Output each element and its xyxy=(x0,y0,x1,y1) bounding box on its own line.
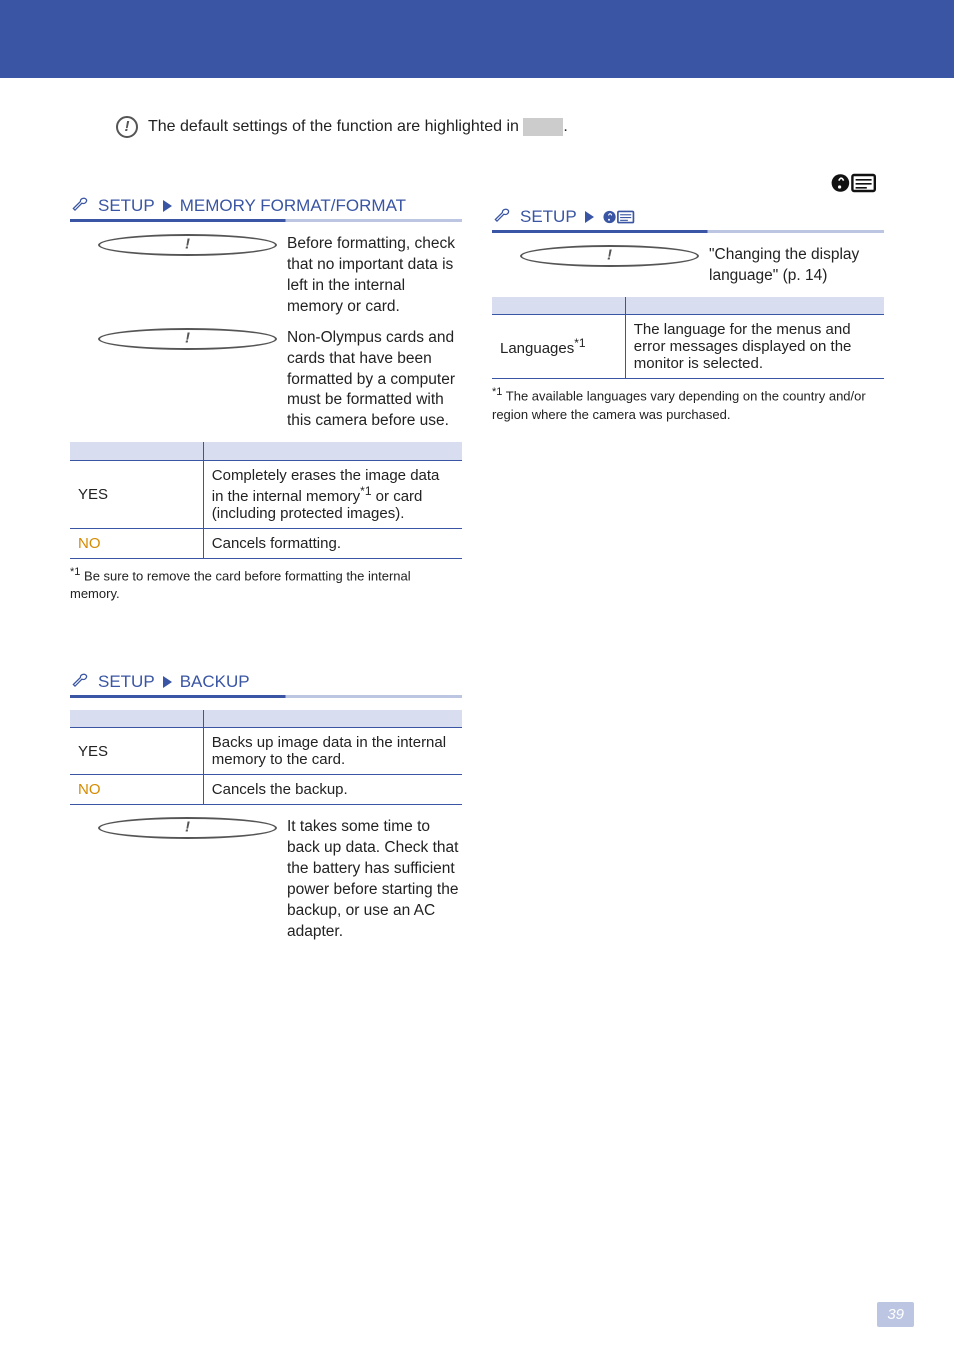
table-header-cell xyxy=(203,442,462,460)
note-text: The default settings of the function are… xyxy=(148,118,568,136)
exclamation-icon xyxy=(520,245,699,267)
breadcrumb-label: MEMORY FORMAT/FORMAT xyxy=(180,196,406,216)
note-item: It takes some time to back up data. Chec… xyxy=(98,817,462,943)
page-content: The default settings of the function are… xyxy=(0,78,954,953)
language-glyph-large xyxy=(492,168,884,203)
section-heading-language: SETUP xyxy=(492,207,884,233)
option-cell: YES xyxy=(70,728,203,775)
option-cell: NO xyxy=(70,528,203,558)
options-table-language: Languages*1 The language for the menus a… xyxy=(492,297,884,380)
section-heading-format: SETUP MEMORY FORMAT/FORMAT xyxy=(70,196,462,222)
description-cell: Completely erases the image data in the … xyxy=(203,460,462,528)
breadcrumb-label: SETUP xyxy=(98,196,155,216)
footnote-text: The available languages vary depending o… xyxy=(492,389,866,422)
table-row: Languages*1 The language for the menus a… xyxy=(492,315,884,379)
option-cell: NO xyxy=(70,775,203,805)
footnote-sup: *1 xyxy=(70,566,80,578)
chevron-right-icon xyxy=(585,211,594,223)
footnote: *1 Be sure to remove the card before for… xyxy=(70,565,462,604)
breadcrumb-label: SETUP xyxy=(520,207,577,227)
note-item: Before formatting, check that no importa… xyxy=(98,234,462,318)
section-heading-backup: SETUP BACKUP xyxy=(70,672,462,698)
options-table-format: YES Completely erases the image data in … xyxy=(70,442,462,559)
wrench-icon xyxy=(492,207,512,227)
default-settings-note: The default settings of the function are… xyxy=(116,116,884,138)
table-header-cell xyxy=(70,442,203,460)
table-header-cell xyxy=(625,297,884,315)
note-suffix: . xyxy=(563,118,567,135)
description-cell: Cancels formatting. xyxy=(203,528,462,558)
option-sup: *1 xyxy=(574,336,585,350)
exclamation-icon xyxy=(98,234,277,256)
chevron-right-icon xyxy=(163,200,172,212)
exclamation-icon xyxy=(98,328,277,350)
description-cell: Cancels the backup. xyxy=(203,775,462,805)
note-text: "Changing the display language" (p. 14) xyxy=(709,245,884,287)
table-row: YES Backs up image data in the internal … xyxy=(70,728,462,775)
table-row: NO Cancels formatting. xyxy=(70,528,462,558)
table-header-cell xyxy=(203,710,462,728)
option-cell: YES xyxy=(70,460,203,528)
table-header-cell xyxy=(492,297,625,315)
chevron-right-icon xyxy=(163,676,172,688)
footnote: *1 The available languages vary dependin… xyxy=(492,385,884,424)
note-text: Before formatting, check that no importa… xyxy=(287,234,462,318)
footnote-text: Be sure to remove the card before format… xyxy=(70,568,411,601)
options-table-backup: YES Backs up image data in the internal … xyxy=(70,710,462,806)
wrench-icon xyxy=(70,672,90,692)
table-row: NO Cancels the backup. xyxy=(70,775,462,805)
description-cell: The language for the menus and error mes… xyxy=(625,315,884,379)
highlight-chip xyxy=(523,118,563,136)
footnote-sup: *1 xyxy=(492,386,502,398)
language-menu-icon xyxy=(830,168,878,198)
note-item: "Changing the display language" (p. 14) xyxy=(520,245,884,287)
note-prefix: The default settings of the function are… xyxy=(148,118,523,135)
note-text: It takes some time to back up data. Chec… xyxy=(287,817,462,943)
exclamation-icon xyxy=(116,116,138,138)
note-text: Non-Olympus cards and cards that have be… xyxy=(287,328,462,433)
exclamation-icon xyxy=(98,817,277,839)
table-header-cell xyxy=(70,710,203,728)
desc-sup: *1 xyxy=(360,484,371,498)
header-band xyxy=(0,0,954,78)
description-cell: Backs up image data in the internal memo… xyxy=(203,728,462,775)
wrench-icon xyxy=(70,196,90,216)
option-cell: Languages*1 xyxy=(492,315,625,379)
language-menu-icon xyxy=(602,207,636,227)
table-row: YES Completely erases the image data in … xyxy=(70,460,462,528)
left-column: SETUP MEMORY FORMAT/FORMAT Before format… xyxy=(70,168,462,953)
page-number: 39 xyxy=(877,1302,914,1327)
columns-container: SETUP MEMORY FORMAT/FORMAT Before format… xyxy=(70,168,884,953)
breadcrumb-label: SETUP xyxy=(98,672,155,692)
option-text: Languages xyxy=(500,340,574,357)
breadcrumb-label: BACKUP xyxy=(180,672,250,692)
right-column: SETUP "Changing the display language" (p… xyxy=(492,168,884,953)
note-item: Non-Olympus cards and cards that have be… xyxy=(98,328,462,433)
